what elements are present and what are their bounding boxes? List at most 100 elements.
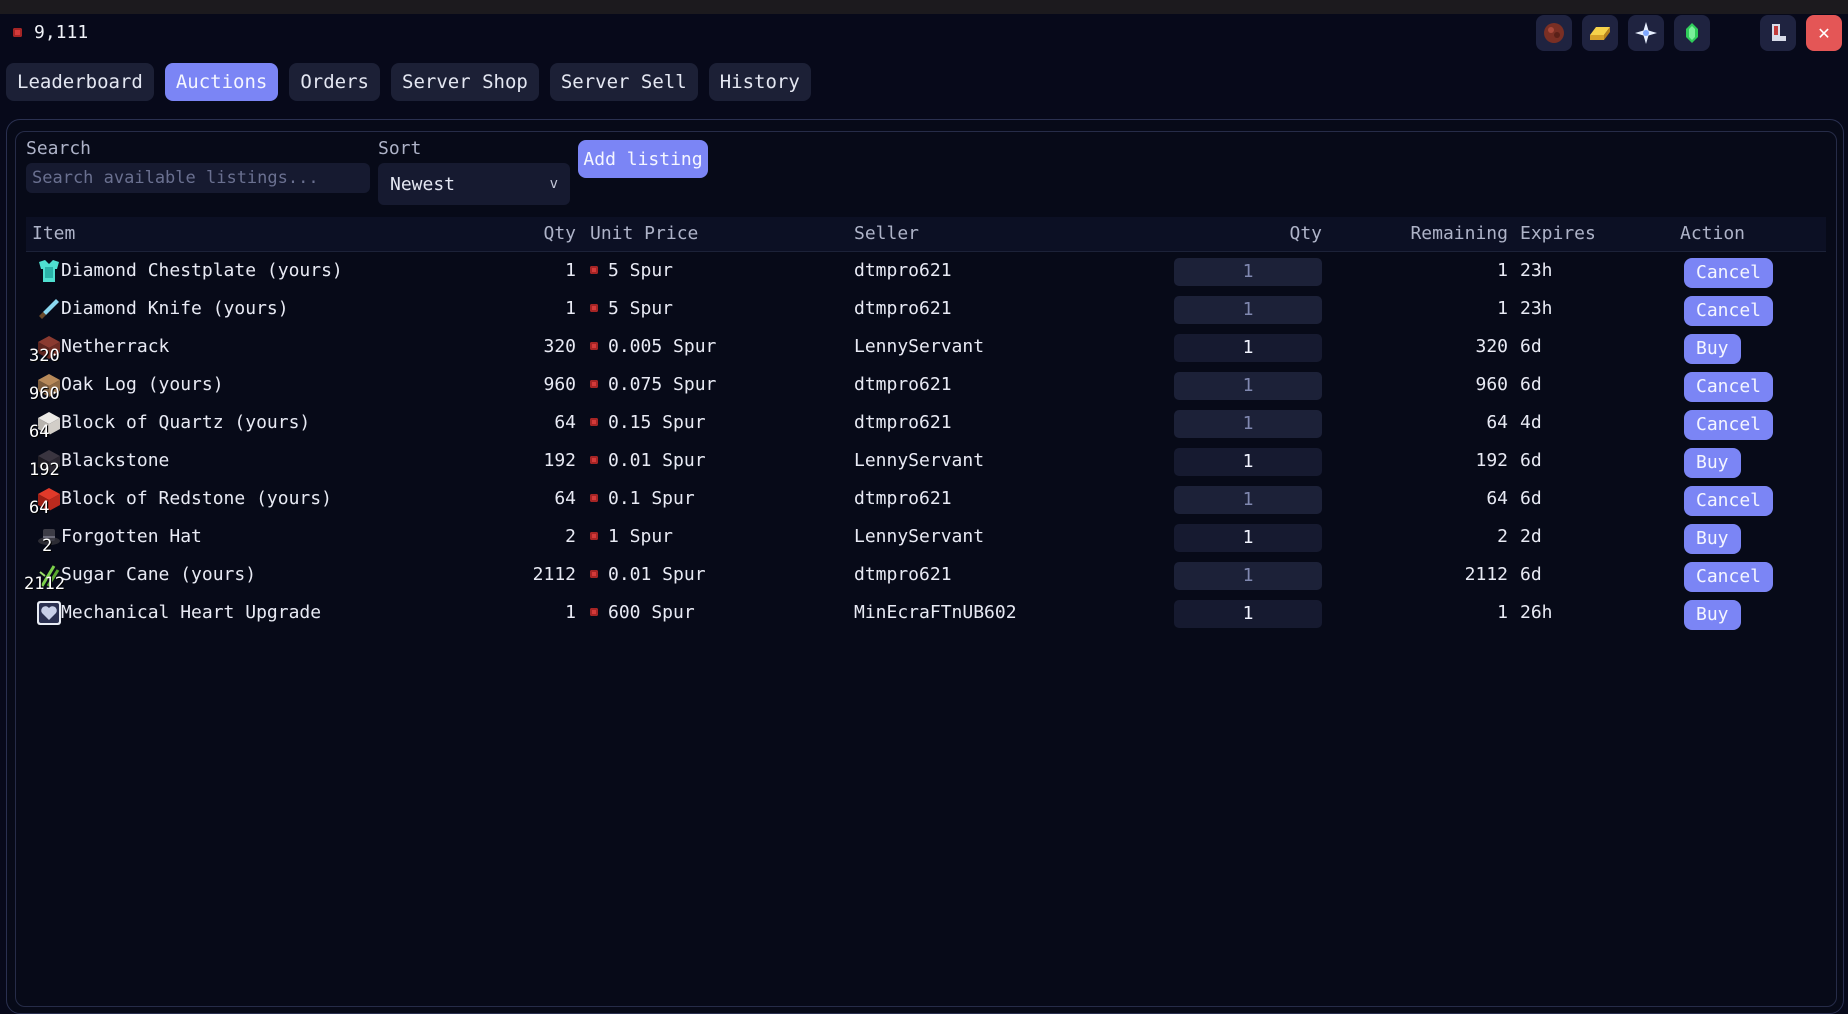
- stack-count: 64: [29, 422, 50, 442]
- table-row: 64 Block of Quartz (yours) 64 0.15 Spur …: [26, 404, 1826, 442]
- unit-price: 0.01 Spur: [590, 442, 706, 480]
- buy-qty-input[interactable]: 1: [1174, 448, 1322, 476]
- cancel-button[interactable]: Cancel: [1684, 486, 1774, 516]
- seller: dtmpro621: [854, 260, 952, 281]
- boots-icon[interactable]: [1760, 15, 1796, 51]
- coin-icon: [590, 380, 598, 388]
- tab-auctions[interactable]: Auctions: [164, 63, 279, 101]
- seller: dtmpro621: [854, 374, 952, 395]
- buy-qty-input[interactable]: 1: [1174, 562, 1322, 590]
- tab-server-shop[interactable]: Server Shop: [391, 63, 539, 101]
- seller: MinEcraFTnUB602: [854, 602, 1017, 623]
- unit-price-value: 0.01 Spur: [608, 450, 706, 471]
- buy-qty-input[interactable]: 1: [1174, 296, 1322, 324]
- tab-orders[interactable]: Orders: [289, 63, 380, 101]
- remaining: 1: [1497, 260, 1508, 281]
- stack-count: 2112: [24, 574, 65, 594]
- table-row: Mechanical Heart Upgrade 1 600 Spur MinE…: [26, 594, 1826, 632]
- stack-count: 960: [29, 384, 60, 404]
- column-header-expires: Expires: [1520, 223, 1596, 244]
- buy-qty-input[interactable]: 1: [1174, 372, 1322, 400]
- buy-qty-input[interactable]: 1: [1174, 334, 1322, 362]
- chevron-down-icon: v: [549, 176, 558, 192]
- seller: dtmpro621: [854, 298, 952, 319]
- sort-value: Newest: [390, 173, 456, 195]
- nether-icon[interactable]: [1536, 15, 1572, 51]
- item-qty: 960: [543, 374, 576, 395]
- column-header-remaining: Remaining: [1410, 223, 1508, 244]
- buy-button[interactable]: Buy: [1684, 448, 1741, 478]
- unit-price-value: 5 Spur: [608, 298, 674, 319]
- item-name: Blackstone: [61, 450, 170, 471]
- column-header-buy-qty: Qty: [1289, 223, 1322, 244]
- gold-ingot-icon[interactable]: [1582, 15, 1618, 51]
- seller: dtmpro621: [854, 412, 952, 433]
- close-icon[interactable]: ✕: [1806, 15, 1842, 51]
- item-qty: 64: [554, 412, 576, 433]
- expires: 26h: [1520, 602, 1553, 623]
- expires: 23h: [1520, 260, 1553, 281]
- cancel-button[interactable]: Cancel: [1684, 372, 1774, 402]
- unit-price: 5 Spur: [590, 290, 673, 328]
- cancel-button[interactable]: Cancel: [1684, 410, 1774, 440]
- remaining: 1: [1497, 298, 1508, 319]
- stack-count: 192: [29, 460, 60, 480]
- buy-qty-input[interactable]: 1: [1174, 524, 1322, 552]
- remaining: 320: [1475, 336, 1508, 357]
- buy-qty-input[interactable]: 1: [1174, 410, 1322, 438]
- unit-price: 0.075 Spur: [590, 366, 716, 404]
- expires: 6d: [1520, 488, 1542, 509]
- remaining: 2112: [1464, 564, 1508, 585]
- diamond-knife-icon: [39, 299, 59, 319]
- table-row: 192 Blackstone 192 0.01 Spur LennyServan…: [26, 442, 1826, 480]
- cancel-button[interactable]: Cancel: [1684, 258, 1774, 288]
- table-row: 64 Block of Redstone (yours) 64 0.1 Spur…: [26, 480, 1826, 518]
- coin-icon: [590, 456, 598, 464]
- item-qty: 192: [543, 450, 576, 471]
- table-row: Diamond Chestplate (yours) 1 5 Spur dtmp…: [26, 252, 1826, 290]
- buy-button[interactable]: Buy: [1684, 600, 1741, 630]
- item-name: Sugar Cane (yours): [61, 564, 257, 585]
- buy-button[interactable]: Buy: [1684, 524, 1741, 554]
- unit-price-value: 0.15 Spur: [608, 412, 706, 433]
- add-listing-button[interactable]: Add listing: [578, 140, 708, 178]
- item-qty: 1: [565, 298, 576, 319]
- expires: 4d: [1520, 412, 1542, 433]
- emerald-icon[interactable]: [1674, 15, 1710, 51]
- search-input[interactable]: [26, 163, 370, 193]
- stack-count: 64: [29, 498, 50, 518]
- main-tabs: Leaderboard Auctions Orders Server Shop …: [6, 63, 811, 101]
- unit-price: 0.01 Spur: [590, 556, 706, 594]
- seller: dtmpro621: [854, 488, 952, 509]
- auctions-panel: Search Sort Newest v Add listing Item Qt…: [6, 119, 1844, 1014]
- seller: dtmpro621: [854, 564, 952, 585]
- coin-icon: [590, 304, 598, 312]
- item-name: Oak Log (yours): [61, 374, 224, 395]
- mechanical-heart-icon: [37, 601, 61, 625]
- buy-button[interactable]: Buy: [1684, 334, 1741, 364]
- buy-qty-input[interactable]: 1: [1174, 486, 1322, 514]
- cancel-button[interactable]: Cancel: [1684, 562, 1774, 592]
- buy-qty-input[interactable]: 1: [1174, 600, 1322, 628]
- table-row: 960 Oak Log (yours) 960 0.075 Spur dtmpr…: [26, 366, 1826, 404]
- buy-qty-input[interactable]: 1: [1174, 258, 1322, 286]
- remaining: 64: [1486, 412, 1508, 433]
- expires: 6d: [1520, 450, 1542, 471]
- expires: 2d: [1520, 526, 1542, 547]
- nether-star-icon[interactable]: [1628, 15, 1664, 51]
- unit-price-value: 1 Spur: [608, 526, 674, 547]
- tab-leaderboard[interactable]: Leaderboard: [6, 63, 154, 101]
- unit-price: 0.005 Spur: [590, 328, 716, 366]
- seller: LennyServant: [854, 336, 985, 357]
- table-row: 2 Forgotten Hat 2 1 Spur LennyServant 1 …: [26, 518, 1826, 556]
- expires: 6d: [1520, 336, 1542, 357]
- table-header: Item Qty Unit Price Seller Qty Remaining…: [26, 217, 1826, 252]
- item-qty: 2112: [532, 564, 576, 585]
- sort-select[interactable]: Newest v: [378, 163, 570, 205]
- cancel-button[interactable]: Cancel: [1684, 296, 1774, 326]
- tab-server-sell[interactable]: Server Sell: [549, 63, 698, 101]
- tab-history[interactable]: History: [708, 63, 811, 101]
- unit-price-value: 0.01 Spur: [608, 564, 706, 585]
- coin-icon: [590, 266, 598, 274]
- seller: LennyServant: [854, 450, 985, 471]
